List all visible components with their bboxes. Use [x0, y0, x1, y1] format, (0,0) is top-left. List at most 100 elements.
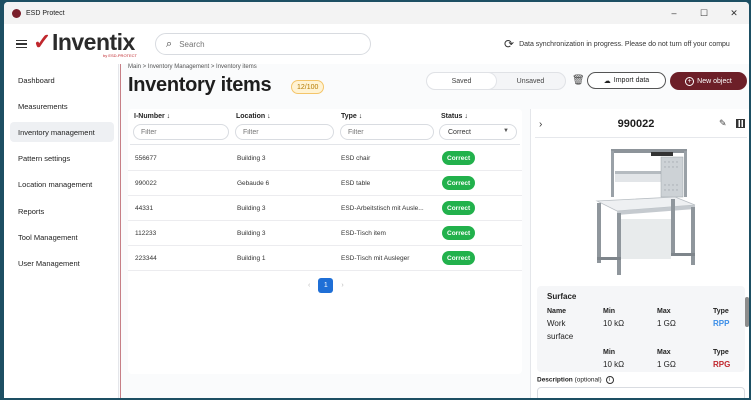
- inventory-table: I-Number ↓ Location ↓ Type ↓ Status ↓ Co…: [128, 109, 522, 374]
- sidebar-item-reports[interactable]: Reports: [10, 201, 114, 221]
- surface-col-name: Name: [547, 308, 567, 315]
- surface-type: RPP: [713, 319, 730, 328]
- qr-code-icon[interactable]: [736, 119, 745, 128]
- sidebar-item-dashboard[interactable]: Dashboard: [10, 70, 114, 90]
- detail-divider: [535, 137, 747, 138]
- sidebar-item-inventory-management[interactable]: Inventory management: [10, 122, 114, 142]
- sync-status: ⟳ Data synchronization in progress. Plea…: [504, 24, 730, 64]
- tab-saved[interactable]: Saved: [427, 73, 496, 89]
- sync-icon: ⟳: [504, 37, 515, 51]
- cell-type: ESD-Arbeitstisch mit Ausle...: [341, 205, 424, 212]
- sidebar-item-pattern-settings[interactable]: Pattern settings: [10, 148, 114, 168]
- surface-min: 10 kΩ: [603, 319, 625, 328]
- saved-toggle: Saved Unsaved: [426, 72, 566, 90]
- search-icon: ⌕: [166, 37, 173, 50]
- sidebar-item-tool-management[interactable]: Tool Management: [10, 227, 114, 247]
- app-icon: [12, 8, 21, 18]
- search-box[interactable]: ⌕: [155, 33, 372, 55]
- column-header-location[interactable]: Location ↓: [236, 113, 271, 120]
- logo-text: Inventix: [51, 28, 135, 55]
- cell-type: ESD chair: [341, 155, 371, 162]
- new-object-button[interactable]: + New object: [670, 72, 747, 90]
- logo[interactable]: ✓ Inventix by ESD-PROTECT: [33, 28, 138, 58]
- filter-status-value: Correct: [448, 128, 471, 136]
- import-data-label: Import data: [613, 77, 650, 84]
- close-button[interactable]: ✕: [719, 2, 749, 24]
- tab-unsaved[interactable]: Unsaved: [496, 73, 565, 89]
- chevron-down-icon: ▼: [503, 128, 509, 134]
- surface-col-type: Type: [713, 308, 729, 315]
- description-input[interactable]: [537, 387, 745, 398]
- cell-location: Building 3: [237, 205, 266, 212]
- app-header: ✓ Inventix by ESD-PROTECT ⌕ ⟳ Data synch…: [4, 24, 749, 64]
- table-row[interactable]: 990022 Gebaude 6 ESD table Correct: [128, 171, 522, 196]
- table-row[interactable]: 556677 Building 3 ESD chair Correct: [128, 146, 522, 171]
- surface-col-min: Min: [603, 308, 616, 315]
- sidebar: Dashboard Measurements Inventory managem…: [4, 64, 119, 398]
- menu-icon[interactable]: [16, 39, 27, 49]
- filter-status-select[interactable]: Correct ▼: [439, 124, 517, 140]
- prev-page-button[interactable]: ‹: [308, 282, 310, 289]
- count-badge: 12/100: [291, 80, 325, 94]
- table-row[interactable]: 223344 Building 1 ESD-Tisch mit Ausleger…: [128, 246, 522, 271]
- info-icon[interactable]: i: [605, 376, 614, 384]
- filter-type-input[interactable]: [340, 124, 434, 140]
- column-header-type[interactable]: Type ↓: [341, 113, 362, 120]
- cell-number: 556677: [135, 155, 157, 162]
- surface-max: 1 GΩ: [657, 319, 676, 328]
- sidebar-item-measurements[interactable]: Measurements: [10, 96, 114, 116]
- status-badge: Correct: [442, 151, 476, 165]
- header-divider: [130, 144, 520, 145]
- window-controls: – ☐ ✕: [659, 2, 749, 24]
- table-row[interactable]: 112233 Building 3 ESD-Tisch item Correct: [128, 221, 522, 246]
- sidebar-item-location-management[interactable]: Location management: [10, 174, 114, 194]
- maximize-button[interactable]: ☐: [689, 2, 719, 24]
- column-header-status[interactable]: Status ↓: [441, 113, 468, 120]
- page-1-button[interactable]: 1: [318, 278, 334, 293]
- cloud-upload-icon: ☁: [603, 77, 611, 85]
- cell-location: Building 1: [237, 255, 266, 262]
- trash-icon[interactable]: 🗑: [572, 75, 585, 86]
- filter-location-input[interactable]: [235, 124, 334, 140]
- sidebar-item-user-management[interactable]: User Management: [10, 253, 114, 273]
- status-badge: Correct: [442, 176, 476, 190]
- plus-icon: +: [685, 76, 695, 86]
- surface-col-max: Max: [657, 308, 671, 315]
- detail-item-id: 990022: [617, 118, 655, 130]
- status-badge: Correct: [442, 226, 476, 240]
- cell-number: 44331: [135, 205, 154, 212]
- surface-max-2: 1 GΩ: [657, 360, 676, 369]
- surface-card: Surface Name Min Max Type Work surface 1…: [537, 286, 745, 372]
- edit-icon[interactable]: ✎: [719, 118, 727, 129]
- sync-text: Data synchronization in progress. Please…: [519, 40, 730, 48]
- surface-title: Surface: [547, 292, 577, 301]
- divider: [120, 64, 121, 398]
- surface-type-2: RPG: [713, 360, 731, 369]
- filter-number-input[interactable]: [133, 124, 229, 140]
- cell-location: Building 3: [237, 155, 266, 162]
- title-bar: ESD Protect – ☐ ✕: [4, 2, 749, 24]
- surface-scrollbar[interactable]: [745, 287, 749, 369]
- logo-subtitle: by ESD-PROTECT: [103, 52, 138, 58]
- status-badge: Correct: [442, 201, 476, 215]
- status-badge: Correct: [442, 251, 476, 265]
- table-row[interactable]: 44331 Building 3 ESD-Arbeitstisch mit Au…: [128, 196, 522, 221]
- import-data-button[interactable]: ☁ Import data: [587, 72, 666, 89]
- surface-min-2: 10 kΩ: [603, 360, 625, 369]
- description-label-text: Description: [537, 376, 573, 384]
- surface-col-type-2: Type: [713, 349, 729, 356]
- next-page-button[interactable]: ›: [341, 282, 343, 289]
- column-header-number[interactable]: I-Number ↓: [134, 113, 170, 120]
- cell-type: ESD-Tisch item: [341, 230, 386, 237]
- breadcrumb: Main > Inventory Management > Inventory …: [128, 64, 257, 70]
- description-optional: (optional): [574, 376, 602, 384]
- surface-col-min-2: Min: [603, 349, 616, 356]
- search-input[interactable]: [179, 39, 340, 49]
- app-window: ESD Protect – ☐ ✕ ✓ Inventix by ESD-PROT…: [4, 2, 749, 398]
- logo-check-icon: ✓: [33, 29, 51, 54]
- cell-type: ESD-Tisch mit Ausleger: [341, 255, 410, 262]
- minimize-button[interactable]: –: [659, 2, 689, 24]
- scrollbar-thumb[interactable]: [745, 297, 749, 327]
- cell-number: 990022: [135, 180, 157, 187]
- cell-location: Building 3: [237, 230, 266, 237]
